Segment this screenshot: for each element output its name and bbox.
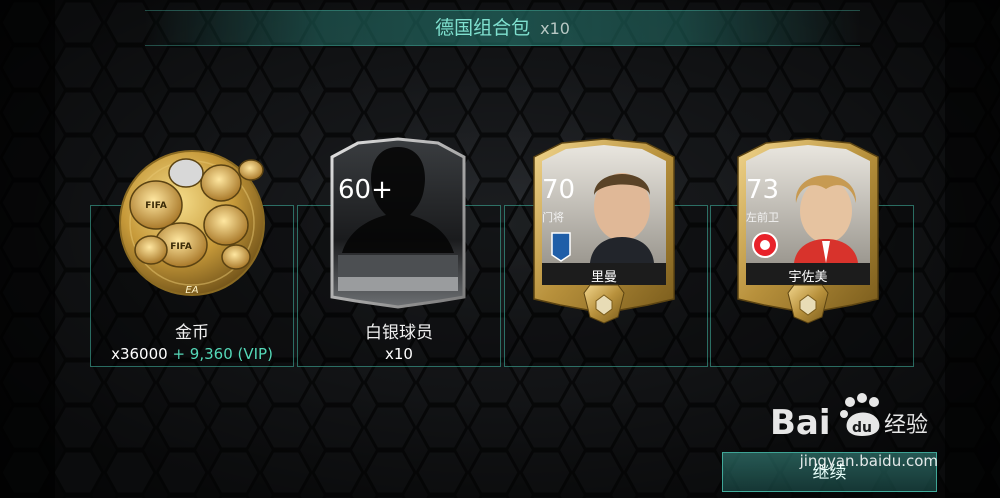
player-1-name: 里曼	[590, 270, 617, 285]
coins-amount-line: x36000 + 9,360 (VIP)	[90, 345, 294, 363]
gold-card-frame-2	[737, 138, 879, 324]
svg-text:EA: EA	[185, 285, 198, 296]
left-edge	[0, 0, 55, 498]
pack-quantity: x10	[540, 19, 570, 38]
right-edge	[945, 0, 1000, 498]
svg-text:du: du	[852, 420, 872, 436]
svg-text:FIFA: FIFA	[145, 201, 167, 211]
coins-label: 金币	[175, 323, 209, 343]
coins-icon: FIFA FIFA EA	[116, 145, 268, 297]
silver-players-label: 白银球员	[365, 323, 433, 343]
watermark-url: jingyan.baidu.com	[799, 452, 938, 470]
coins-vip-bonus: + 9,360 (VIP)	[172, 345, 273, 363]
svg-text:FIFA: FIFA	[170, 242, 192, 252]
silver-player-card: 60+	[328, 137, 468, 309]
gold-player-card-1: 70 门将 里曼	[530, 137, 678, 333]
gold-player-card-2: 73 左前卫 宇佐美	[734, 137, 882, 333]
player-2-rating: 73	[746, 175, 780, 205]
silver-card-rating: 60+	[338, 175, 393, 205]
silver-card-frame	[330, 137, 466, 309]
player-2-name: 宇佐美	[788, 270, 828, 285]
pack-title-bar: 德国组合包 x10	[145, 10, 860, 46]
svg-text:经验: 经验	[884, 413, 928, 438]
gold-card-frame-1	[533, 138, 675, 324]
player-2-position: 左前卫	[746, 211, 779, 224]
pack-title: 德国组合包	[435, 17, 531, 39]
player-1-position: 门将	[542, 211, 564, 224]
svg-text:Bai: Bai	[770, 403, 831, 443]
player-1-rating: 70	[542, 175, 576, 205]
coins-amount: x36000	[111, 345, 168, 363]
silver-players-amount: x10	[385, 345, 413, 363]
